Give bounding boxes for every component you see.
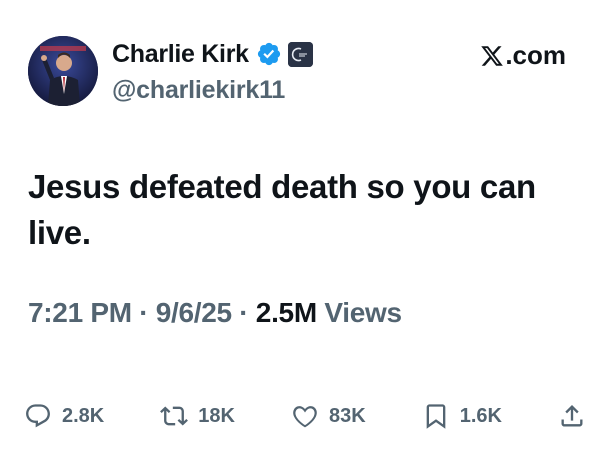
views-count: 2.5M	[255, 297, 317, 328]
heart-icon	[293, 406, 317, 428]
reply-count: 2.8K	[62, 404, 105, 427]
action-bar: 2.8K 18K 83K 1.6K	[24, 398, 586, 434]
x-logo-icon	[481, 45, 504, 66]
x-brand: .com	[480, 40, 566, 71]
like-count: 83K	[328, 404, 366, 427]
share-icon	[561, 405, 583, 427]
repost-button[interactable]: 18K	[160, 402, 235, 430]
meta-separator: ·	[239, 297, 249, 328]
meta-separator: ·	[139, 297, 149, 328]
bookmark-count: 1.6K	[459, 404, 502, 427]
tweet-time[interactable]: 7:21 PM	[28, 297, 132, 328]
author-row: Charlie Kirk	[112, 36, 313, 72]
share-button[interactable]	[558, 402, 586, 430]
author-handle[interactable]: @charliekirk11	[112, 76, 285, 105]
affiliation-badge-icon[interactable]	[287, 41, 313, 67]
like-button[interactable]: 83K	[291, 402, 366, 430]
repost-icon	[160, 406, 189, 426]
tweet-meta: 7:21 PM · 9/6/25 · 2.5M Views	[28, 297, 402, 329]
tweet-date[interactable]: 9/6/25	[156, 297, 232, 328]
tweet-card: Charlie Kirk @charliekirk11 .com Jesus d…	[10, 6, 590, 450]
reply-button[interactable]: 2.8K	[24, 402, 104, 430]
tweet-text: Jesus defeated death so you can live.	[28, 168, 536, 251]
reply-icon	[26, 404, 50, 428]
views-label: Views	[324, 297, 402, 328]
author-name[interactable]: Charlie Kirk	[112, 40, 249, 69]
avatar[interactable]	[28, 36, 98, 106]
repost-count: 18K	[198, 404, 235, 427]
avatar-image	[28, 36, 98, 106]
verified-badge-icon	[256, 41, 282, 67]
brand-domain: .com	[505, 40, 566, 70]
bookmark-button[interactable]: 1.6K	[422, 402, 502, 430]
bookmark-icon	[426, 404, 446, 429]
